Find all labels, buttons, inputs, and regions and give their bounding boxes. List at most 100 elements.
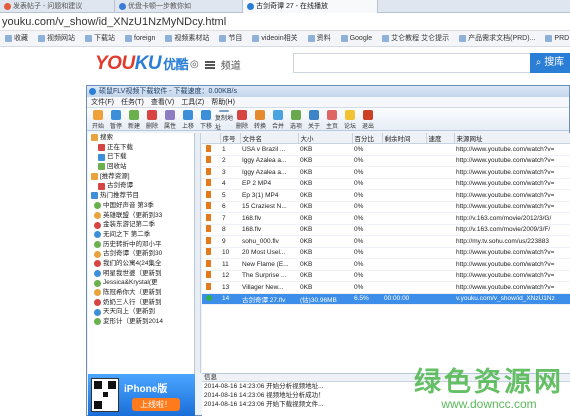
column-header[interactable] [202,133,221,144]
menu-item[interactable]: 查看(V) [151,97,174,107]
address-bar[interactable]: youku.com/v_show/id_XNzU1NzMyNDcy.html [0,13,570,31]
tree-item[interactable]: 古剑奇谭 [88,181,194,191]
bookmark-item[interactable]: 节目 [214,31,247,46]
tree-item[interactable]: 金装东游记第二季 [88,220,194,230]
table-cell [382,166,426,179]
table-row[interactable]: 6 15 Craziest N... 0KB 0% http://www.youtube… [202,201,570,213]
bookmark-item[interactable]: 艾仑教程 艾仑提示 [377,31,454,46]
tree-item[interactable]: 英雄联盟（更新到33 [88,211,194,221]
toolbar-button[interactable]: 合并 [269,108,287,131]
column-header[interactable]: 序号 [220,133,241,144]
table-cell [426,155,454,167]
bookmark-item[interactable]: PRD | 人人都 [540,31,570,46]
status-cell [202,235,220,248]
toolbar-button[interactable]: 选项 [287,108,305,131]
toolbar-button[interactable]: 属性 [161,108,179,131]
bookmark-item[interactable]: 视频素材站 [160,31,214,46]
tree-item[interactable]: 历史转折中的邓小平 [88,240,194,250]
table-row[interactable]: 1 USA v Brazil ... 0KB 0% http://www.youtube… [202,143,570,156]
toolbar-button[interactable]: 暂停 [107,108,125,131]
tree-item[interactable]: 天天向上（更新到 [88,307,194,317]
table-row[interactable]: 3 Iggy Azalea a... 0KB 0% http://www.youtube… [202,166,570,179]
menu-item[interactable]: 文件(F) [91,97,114,107]
tree-item[interactable]: 正在下载 [88,143,194,153]
toolbar-button[interactable]: 关于 [305,108,323,131]
tree-item[interactable]: 我们的公寓4(24集全 [88,259,194,269]
menu-item[interactable]: 工具(Z) [181,97,204,107]
toolbar-button[interactable]: 新建 [125,108,143,131]
column-header[interactable]: 文件名 [240,133,299,144]
tree-item[interactable]: 已下载 [88,152,194,162]
bookmark-label: 收藏 [14,34,28,42]
window-title: 硕鼠FLV视频下载软件 - 下载速度：0.00KB/s [87,86,569,97]
table-row[interactable]: 14 古剑奇谭 27.flv (估)30.96MB 6.5% 00:00:00 v.you… [202,293,570,305]
toolbar-button[interactable]: 主页 [323,108,341,131]
table-row[interactable]: 9 sohu_000.flv 0KB 0% http://my.tv.sohu.com/… [202,235,570,248]
toolbar-button[interactable]: 删除 [143,108,161,131]
tree-node-icon [94,231,101,239]
toolbar-button[interactable]: 论坛 [341,108,359,131]
tree-item[interactable]: 热门推荐节目 [88,191,194,201]
bookmark-item[interactable]: 产品需求文档(PRD)... [454,31,540,46]
column-header[interactable]: 速度 [426,133,455,144]
table-row[interactable]: 5 Ep 3(1) MP4 0KB 0% http://www.youtube.com/… [202,189,570,202]
toolbar-button[interactable]: 退出 [359,108,377,131]
column-header[interactable]: 剩余时间 [382,133,427,144]
folder-icon [382,35,390,42]
table-row[interactable]: 13 Villager New... 0KB 0% http://www.youtube… [202,281,570,294]
sidebar-scrollbar[interactable] [195,133,201,373]
tree-item[interactable]: 陈冠希你大（更新到 [88,288,194,298]
table-cell [382,178,426,190]
bookmark-item[interactable]: videoin相关 [247,31,302,46]
toolbar-button[interactable]: 转换 [251,108,269,131]
table-cell: 0KB [298,189,352,202]
toolbar-button[interactable]: 开始 [89,108,107,131]
channel-nav[interactable]: ◎ 频道 [190,57,241,72]
browser-tab-active[interactable]: 古剑奇谭 27 - 在线播放 [243,0,378,13]
toolbar-button[interactable]: 上移 [179,108,197,131]
table-header: 序号 文件名 大小 百分比 剩余时间 速度 来源网址 [202,133,570,144]
tree-item[interactable]: 古剑奇谭（更新到30 [88,249,194,259]
tree-item[interactable]: Jessica&Krystal(更 [88,278,194,288]
table-row[interactable]: 11 New Flame (E... 0KB 0% http://www.youtube… [202,258,570,271]
toolbar-button[interactable]: 删除 [233,108,251,131]
menu-item[interactable]: 帮助(H) [211,97,235,107]
bookmark-item[interactable]: foreign [120,31,160,46]
tree-item[interactable]: 搜索 [88,133,194,143]
browser-tab[interactable]: 发表帖子 - 问题和建议 [0,0,115,13]
bookmark-item[interactable]: 资料 [303,31,336,46]
bookmark-item[interactable]: 下载站 [80,31,120,46]
table-row[interactable]: 8 168.flv 0KB 0% http://v.163.com/movie/2009… [202,224,570,236]
table-row[interactable]: 10 20 Most Usel... 0KB 0% http://www.youtube… [202,247,570,259]
tree-item[interactable]: 明星我世婆（更新到 [88,269,194,279]
toolbar-button[interactable]: 复制地址 [215,108,233,131]
tree-item-label: [推荐资源] [100,172,130,180]
iphone-promo-banner[interactable]: iPhone版 上线啦！ [88,374,195,416]
tree-item[interactable]: 変形计（更新到2014 [88,317,194,327]
tree-item[interactable]: 回收站 [88,162,194,172]
table-cell: http://www.youtube.com/watch?v= [454,189,570,202]
column-header[interactable]: 来源网址 [454,133,570,144]
browser-tab[interactable]: 优盘卡顿一步教你如 [115,0,243,13]
search-input[interactable] [293,53,531,73]
bookmark-item[interactable]: 收藏 [0,31,33,46]
tree-item-label: 历史转折中的邓小平 [103,240,162,248]
table-cell: 00:00:00 [382,293,426,305]
bookmark-item[interactable]: 视频网站 [33,31,80,46]
bookmark-item[interactable]: Google [336,31,378,46]
tree-item[interactable]: 奶奶三人行（更新到 [88,298,194,308]
column-header[interactable]: 百分比 [352,133,383,144]
table-row[interactable]: 12 The Surprise ... 0KB 0% http://www.youtub… [202,270,570,282]
youku-logo[interactable]: YOUKU 优酷 [95,53,189,75]
tree-item[interactable]: 中国好声音 第3季 [88,201,194,211]
phone-banner-button[interactable]: 上线啦！ [132,398,180,411]
table-row[interactable]: 7 168.flv 0KB 0% http://v.163.com/movie/2012… [202,212,570,225]
menu-item[interactable]: 任务(T) [121,97,144,107]
column-header[interactable]: 大小 [298,133,353,144]
search-button[interactable]: ⌕ 搜库 [530,53,570,73]
tree-item[interactable]: 无间之下 第二季 [88,230,194,240]
toolbar-button[interactable]: 下移 [197,108,215,131]
table-row[interactable]: 4 EP 2 MP4 0KB 0% http://www.youtube.com/wat… [202,178,570,190]
tree-item[interactable]: [推荐资源] [88,172,194,182]
table-row[interactable]: 2 Iggy Azalea a... 0KB 0% http://www.youtube… [202,155,570,167]
